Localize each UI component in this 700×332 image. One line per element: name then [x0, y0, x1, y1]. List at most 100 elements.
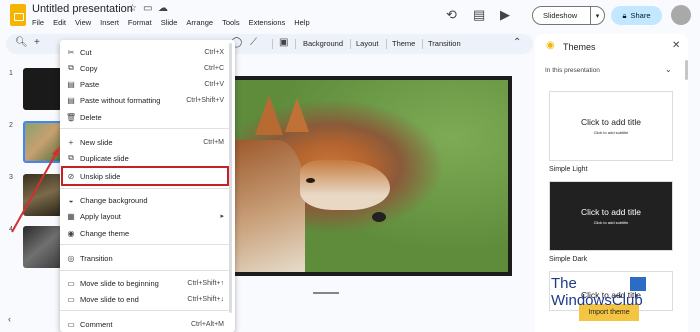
menu-item-duplicate-slide[interactable]: ⧉ Duplicate slide: [60, 150, 232, 166]
menu-item-label: New slide: [80, 137, 113, 147]
slide-number: 3: [9, 174, 13, 181]
menu-item-paste[interactable]: ▤ Paste Ctrl+V: [60, 76, 232, 92]
menu-item-label: Transition: [80, 253, 113, 263]
background-button[interactable]: Background: [303, 39, 343, 48]
watermark-line-2: WindowsClub: [551, 292, 643, 309]
menu-item-label: Comment: [80, 319, 113, 329]
layout-button[interactable]: Layout: [356, 39, 379, 48]
share-button[interactable]: 🔒︎ Share: [611, 6, 662, 25]
canvas-scrollbar[interactable]: [313, 292, 339, 294]
themes-filter-dropdown[interactable]: In this presentation: [545, 67, 600, 74]
separator: [386, 39, 387, 49]
move-folder-icon[interactable]: ▭: [143, 3, 152, 14]
watermark: The WindowsClub: [551, 275, 651, 315]
slide-thumbnail-1[interactable]: [23, 68, 62, 110]
menu-item-copy[interactable]: ⧉ Copy Ctrl+C: [60, 60, 232, 76]
menu-tools[interactable]: Tools: [222, 18, 240, 27]
theme-card-simple-dark[interactable]: Click to add title Click to add subtitle: [549, 181, 673, 251]
context-menu: ✂ Cut Ctrl+X ⧉ Copy Ctrl+C ▤ Paste Ctrl+…: [60, 40, 235, 332]
slide-thumbnail-2[interactable]: [23, 121, 62, 163]
submenu-arrow-icon: ▸: [220, 213, 224, 220]
theme-card-subtitle: Click to add subtitle: [593, 220, 629, 225]
menu-item-shortcut: Ctrl+X: [204, 48, 224, 56]
chevron-down-icon[interactable]: ⌄: [665, 65, 672, 74]
menu-format[interactable]: Format: [128, 18, 152, 27]
menu-item-transition[interactable]: ◎ Transition: [60, 250, 232, 266]
theme-button[interactable]: Theme: [392, 39, 415, 48]
delete-icon: 🗑︎: [65, 112, 77, 122]
menu-item-change-theme[interactable]: ◉ Change theme: [60, 225, 232, 241]
menu-item-shortcut: Ctrl+Shift+↓: [187, 295, 224, 303]
collapse-filmstrip-icon[interactable]: ‹: [8, 314, 11, 324]
move-end-icon: ▭: [67, 294, 75, 304]
menu-item-apply-layout[interactable]: ▦ Apply layout ▸: [60, 208, 232, 224]
menu-file[interactable]: File: [32, 18, 44, 27]
search-menus-icon[interactable]: 🔍︎: [15, 37, 28, 48]
menu-arrange[interactable]: Arrange: [186, 18, 213, 27]
menu-item-label: Delete: [80, 112, 102, 122]
cloud-status-icon: ☁: [158, 3, 168, 14]
menu-item-label: Cut: [80, 47, 92, 57]
theme-card-title: Click to add title: [581, 207, 641, 217]
add-comment-icon[interactable]: ▣: [279, 37, 288, 48]
menu-separator: [60, 188, 232, 189]
line-icon[interactable]: ⟋: [250, 37, 257, 48]
title-bar: Untitled presentation ☆ ▭ ☁ File Edit Vi…: [0, 0, 700, 33]
slideshow-label: Slideshow: [533, 7, 591, 24]
slides-logo-icon[interactable]: [10, 4, 26, 26]
menu-separator: [60, 244, 232, 245]
menu-item-change-background[interactable]: ◒ Change background: [60, 192, 232, 208]
slide-thumbnail-3[interactable]: [23, 174, 62, 216]
menu-item-shortcut: Ctrl+C: [203, 64, 224, 72]
fox-image-detail: [255, 95, 283, 135]
avatar[interactable]: [671, 5, 691, 25]
menu-item-delete[interactable]: 🗑︎ Delete: [60, 109, 232, 125]
menu-item-label: Move slide to end: [80, 294, 139, 304]
separator: [422, 39, 423, 49]
menu-item-paste-without-formatting[interactable]: ▤ Paste without formatting Ctrl+Shift+V: [60, 92, 232, 108]
paste-plain-icon: ▤: [67, 95, 75, 105]
menu-item-shortcut: Ctrl+Shift+V: [186, 96, 224, 104]
menu-item-move-to-end[interactable]: ▭ Move slide to end Ctrl+Shift+↓: [60, 291, 232, 307]
comment-icon: ▭: [67, 319, 75, 329]
menu-edit[interactable]: Edit: [53, 18, 66, 27]
menu-item-label: Copy: [80, 63, 98, 73]
collapse-toolbar-icon[interactable]: ⌃: [513, 37, 521, 48]
menu-item-cut[interactable]: ✂ Cut Ctrl+X: [60, 44, 232, 60]
separator: [272, 39, 273, 49]
watermark-line-1: The: [551, 275, 577, 292]
duplicate-icon: ⧉: [68, 153, 74, 162]
move-start-icon: ▭: [67, 278, 75, 288]
menu-item-label: Change background: [80, 195, 148, 205]
menu-item-comment[interactable]: ▭ Comment Ctrl+Alt+M: [60, 316, 232, 332]
slide-thumbnail-4[interactable]: [23, 226, 62, 268]
highlight-annotation: [61, 166, 229, 186]
themes-scrollbar[interactable]: [685, 60, 688, 80]
close-icon[interactable]: ✕: [672, 40, 680, 51]
share-label: Share: [630, 11, 651, 20]
star-icon[interactable]: ☆: [128, 3, 137, 14]
menu-insert[interactable]: Insert: [100, 18, 119, 27]
menu-extensions[interactable]: Extensions: [249, 18, 286, 27]
menu-item-shortcut: Ctrl+V: [204, 80, 224, 88]
chevron-down-icon[interactable]: ▾: [591, 12, 604, 20]
menu-separator: [60, 310, 232, 311]
meet-icon[interactable]: ▶: [500, 7, 510, 23]
comments-icon[interactable]: ▤: [473, 7, 485, 23]
new-slide-icon[interactable]: +: [34, 37, 40, 48]
menu-slide[interactable]: Slide: [161, 18, 178, 27]
menu-view[interactable]: View: [75, 18, 91, 27]
menu-bar: File Edit View Insert Format Slide Arran…: [32, 18, 310, 27]
palette-icon: ◉: [546, 40, 555, 51]
history-icon[interactable]: ⟲: [446, 7, 457, 23]
transition-button[interactable]: Transition: [428, 39, 461, 48]
menu-help[interactable]: Help: [294, 18, 309, 27]
menu-item-move-to-beginning[interactable]: ▭ Move slide to beginning Ctrl+Shift+↑: [60, 275, 232, 291]
watermark-logo-icon: [630, 277, 646, 291]
themes-panel-title: Themes: [563, 42, 596, 52]
copy-icon: ⧉: [68, 63, 74, 72]
theme-card-simple-light[interactable]: Click to add title Click to add subtitle: [549, 91, 673, 161]
document-title[interactable]: Untitled presentation: [32, 3, 133, 15]
slideshow-button[interactable]: Slideshow ▾: [532, 6, 605, 25]
menu-item-new-slide[interactable]: + New slide Ctrl+M: [60, 134, 232, 150]
